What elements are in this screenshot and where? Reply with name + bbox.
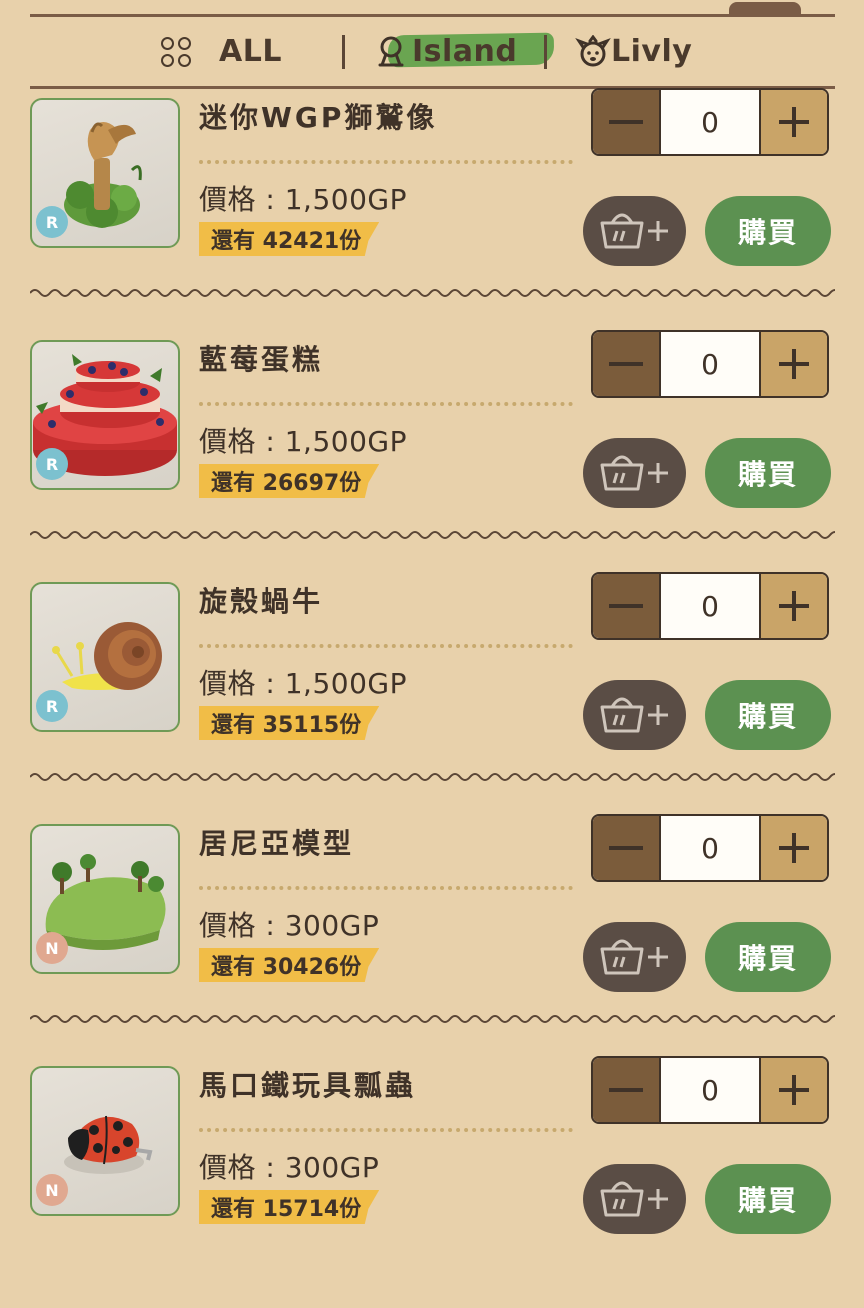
island-icon: [378, 36, 404, 66]
shop-item: R 藍莓蛋糕 價格 : 1,500GP 還有 26697份 0 購買: [0, 330, 864, 582]
item-image[interactable]: N: [30, 824, 180, 974]
item-image[interactable]: N: [30, 1066, 180, 1216]
buy-button[interactable]: 購買: [705, 438, 831, 508]
buy-button[interactable]: 購買: [705, 922, 831, 992]
item-image[interactable]: R: [30, 98, 180, 248]
plus-icon: [779, 833, 809, 863]
wavy-divider: [30, 531, 835, 539]
increment-button[interactable]: [759, 1058, 827, 1122]
add-to-cart-button[interactable]: [583, 922, 686, 992]
category-tabs: ALL Island Livly: [30, 17, 835, 86]
wavy-divider: [30, 289, 835, 297]
item-name: 迷你WGP獅鷲像: [199, 101, 438, 134]
stock-tag: 還有 35115份: [199, 706, 380, 740]
minus-icon: [609, 120, 643, 124]
shop-item: N 居尼亞模型 價格 : 300GP 還有 30426份 0 購買: [0, 814, 864, 1066]
item-name: 居尼亞模型: [199, 827, 355, 860]
quantity-value[interactable]: 0: [661, 332, 759, 396]
stock-tag: 還有 42421份: [199, 222, 380, 256]
tab-all[interactable]: ALL: [161, 17, 282, 86]
add-to-cart-button[interactable]: [583, 438, 686, 508]
wavy-divider: [30, 773, 835, 781]
tab-all-label: ALL: [219, 34, 282, 69]
shop-item: R 迷你WGP獅鷲像 價格 : 1,500GP 還有 42421份 0 購買: [0, 88, 864, 340]
item-name: 旋殼蝸牛: [199, 585, 324, 618]
tab-livly-label: Livly: [611, 34, 693, 69]
minus-icon: [609, 1088, 643, 1092]
buy-button[interactable]: 購買: [705, 680, 831, 750]
quantity-stepper: 0: [591, 572, 829, 640]
rarity-badge: N: [36, 932, 68, 964]
item-name: 馬口鐵玩具瓢蟲: [199, 1069, 417, 1102]
stock-tag: 還有 26697份: [199, 464, 380, 498]
wavy-divider: [30, 1015, 835, 1023]
tab-separator: [544, 35, 547, 69]
basket-plus-icon: [600, 697, 668, 733]
quantity-value[interactable]: 0: [661, 574, 759, 638]
decrement-button[interactable]: [593, 1058, 661, 1122]
shop-item: N 馬口鐵玩具瓢蟲 價格 : 300GP 還有 15714份 0 購買: [0, 1056, 864, 1308]
buy-button[interactable]: 購買: [705, 196, 831, 266]
increment-button[interactable]: [759, 90, 827, 154]
minus-icon: [609, 846, 643, 850]
quantity-value[interactable]: 0: [661, 1058, 759, 1122]
dotted-divider: [199, 886, 573, 890]
basket-plus-icon: [600, 455, 668, 491]
item-price: 價格 : 1,500GP: [199, 667, 407, 700]
quantity-value[interactable]: 0: [661, 90, 759, 154]
dotted-divider: [199, 1128, 573, 1132]
item-image[interactable]: R: [30, 582, 180, 732]
buy-button[interactable]: 購買: [705, 1164, 831, 1234]
dotted-divider: [199, 402, 573, 406]
tab-island-label: Island: [412, 34, 518, 69]
stock-tag: 還有 30426份: [199, 948, 380, 982]
rarity-badge: R: [36, 206, 68, 238]
increment-button[interactable]: [759, 574, 827, 638]
decrement-button[interactable]: [593, 90, 661, 154]
item-price: 價格 : 300GP: [199, 1151, 380, 1184]
quantity-stepper: 0: [591, 1056, 829, 1124]
tab-island[interactable]: Island: [374, 17, 517, 86]
dotted-divider: [199, 644, 573, 648]
livly-icon: [575, 34, 611, 66]
plus-icon: [779, 591, 809, 621]
plus-icon: [779, 1075, 809, 1105]
quantity-stepper: 0: [591, 88, 829, 156]
minus-icon: [609, 362, 643, 366]
quantity-stepper: 0: [591, 814, 829, 882]
increment-button[interactable]: [759, 816, 827, 880]
decrement-button[interactable]: [593, 332, 661, 396]
shop-item: R 旋殼蝸牛 價格 : 1,500GP 還有 35115份 0 購買: [0, 572, 864, 824]
quantity-stepper: 0: [591, 330, 829, 398]
grid-dots-icon: [161, 36, 191, 67]
add-to-cart-button[interactable]: [583, 1164, 686, 1234]
plus-icon: [779, 107, 809, 137]
minus-icon: [609, 604, 643, 608]
tab-livly[interactable]: Livly: [575, 17, 692, 86]
basket-plus-icon: [600, 213, 668, 249]
add-to-cart-button[interactable]: [583, 680, 686, 750]
increment-button[interactable]: [759, 332, 827, 396]
rarity-badge: R: [36, 448, 68, 480]
basket-plus-icon: [600, 939, 668, 975]
decrement-button[interactable]: [593, 816, 661, 880]
item-name: 藍莓蛋糕: [199, 343, 324, 376]
basket-plus-icon: [600, 1181, 668, 1217]
plus-icon: [779, 349, 809, 379]
stock-tag: 還有 15714份: [199, 1190, 380, 1224]
item-price: 價格 : 1,500GP: [199, 183, 407, 216]
rarity-badge: R: [36, 690, 68, 722]
item-price: 價格 : 300GP: [199, 909, 380, 942]
item-price: 價格 : 1,500GP: [199, 425, 407, 458]
add-to-cart-button[interactable]: [583, 196, 686, 266]
dotted-divider: [199, 160, 573, 164]
rarity-badge: N: [36, 1174, 68, 1206]
quantity-value[interactable]: 0: [661, 816, 759, 880]
item-image[interactable]: R: [30, 340, 180, 490]
tab-separator: [342, 35, 345, 69]
decrement-button[interactable]: [593, 574, 661, 638]
